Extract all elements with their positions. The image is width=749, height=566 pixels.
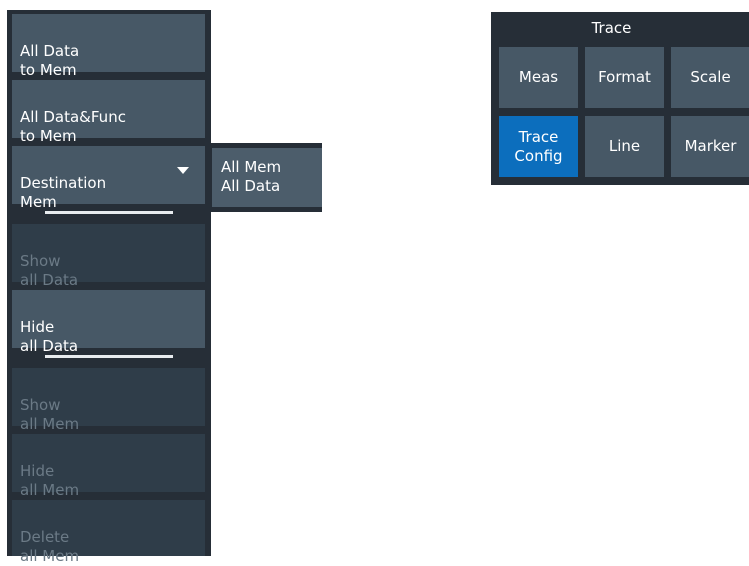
trace-menu-title: Trace — [591, 19, 632, 37]
marker-button[interactable]: Marker — [671, 116, 749, 177]
show-all-mem-button[interactable]: Show all Mem — [12, 368, 205, 433]
softkey-panel: All Data to Mem All Data&Func to Mem Des… — [7, 10, 211, 565]
delete-all-mem-button[interactable]: Delete all Mem — [12, 500, 205, 565]
dropdown-arrow-icon — [177, 167, 189, 174]
dropdown-option-all-data[interactable]: All Data — [221, 177, 280, 196]
show-all-data-label: Show all Data — [20, 252, 79, 289]
scale-button[interactable]: Scale — [671, 47, 749, 108]
hide-all-data-button[interactable]: Hide all Data — [12, 290, 205, 355]
hide-all-mem-button[interactable]: Hide all Mem — [12, 434, 205, 499]
show-all-data-button[interactable]: Show all Data — [12, 224, 205, 289]
all-data-func-to-mem-button[interactable]: All Data&Func to Mem — [12, 80, 205, 145]
destination-mem-label: Destination Mem — [20, 174, 107, 211]
delete-all-mem-label: Delete all Mem — [20, 528, 80, 565]
all-data-to-mem-button[interactable]: All Data to Mem — [12, 14, 205, 79]
hide-all-data-label: Hide all Data — [20, 318, 79, 355]
destination-dropdown-popup: All Mem All Data — [211, 143, 322, 212]
destination-mem-dropdown[interactable]: Destination Mem — [12, 146, 205, 211]
meas-button[interactable]: Meas — [499, 47, 578, 108]
format-button[interactable]: Format — [585, 47, 664, 108]
all-data-to-mem-label: All Data to Mem — [20, 42, 80, 79]
separator — [45, 355, 173, 358]
trace-config-button[interactable]: Trace Config — [499, 116, 578, 177]
all-data-func-to-mem-label: All Data&Func to Mem — [20, 108, 126, 145]
trace-menu: Trace Meas Format Scale Trace Config Lin… — [491, 12, 749, 185]
hide-all-mem-label: Hide all Mem — [20, 462, 80, 499]
dropdown-option-all-mem[interactable]: All Mem — [221, 158, 281, 177]
line-button[interactable]: Line — [585, 116, 664, 177]
dropdown-list: All Mem All Data — [212, 148, 322, 207]
separator — [45, 211, 173, 214]
show-all-mem-label: Show all Mem — [20, 396, 80, 433]
